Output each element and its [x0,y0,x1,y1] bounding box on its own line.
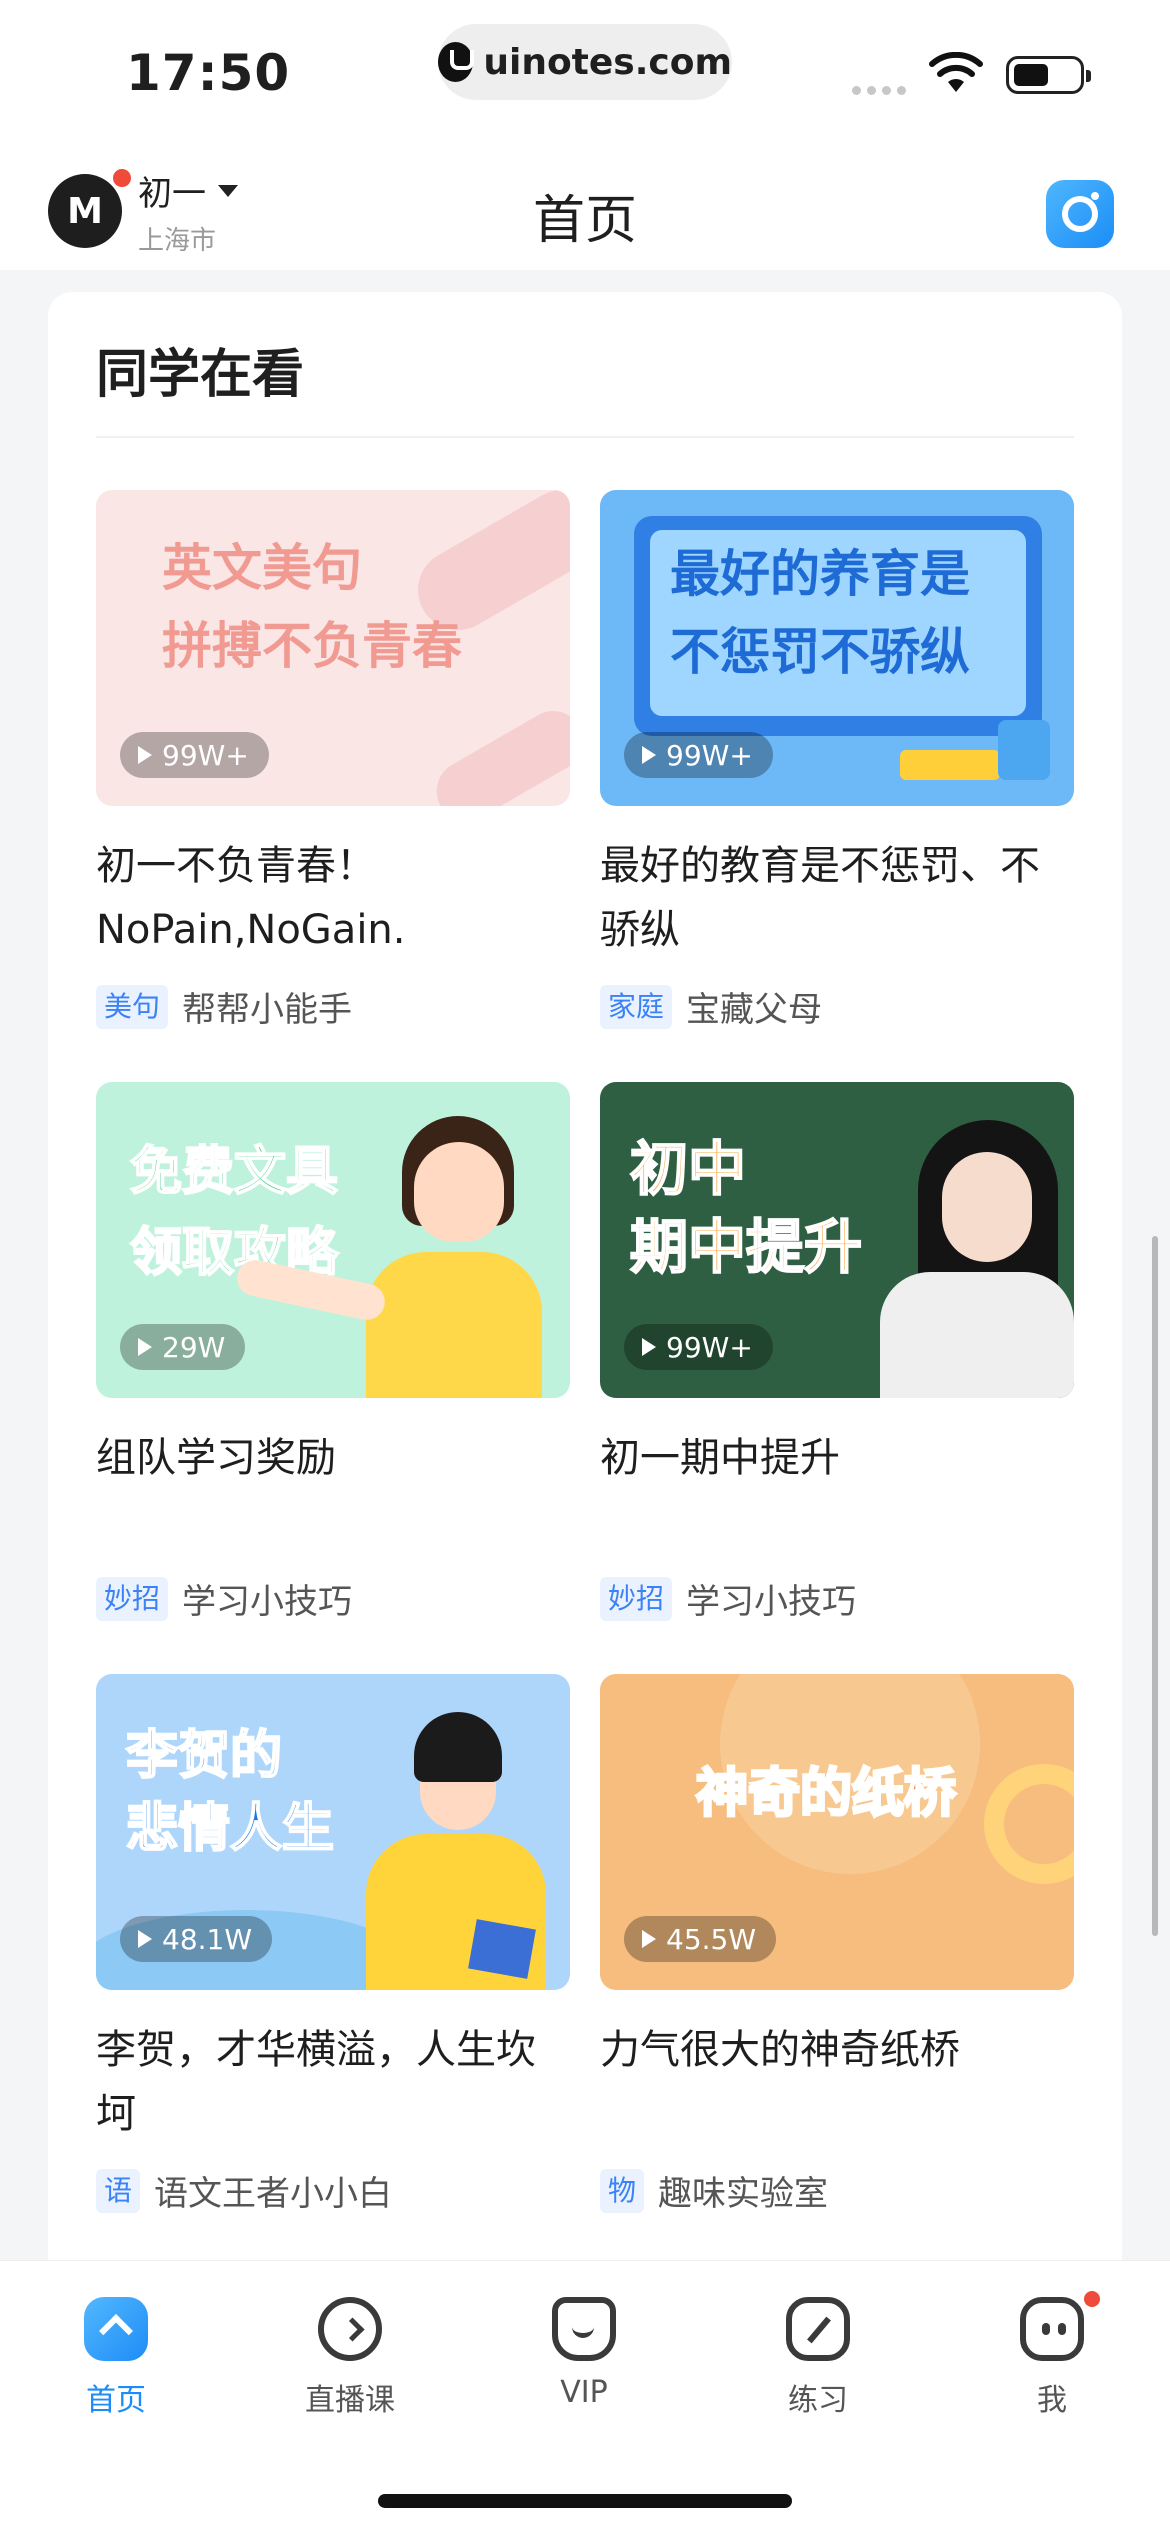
category-tag: 家庭 [600,984,673,1029]
video-thumbnail[interactable]: 最好的养育是 不惩罚不骄纵 99W+ [600,490,1074,806]
wifi-icon [929,52,983,92]
camera-icon[interactable] [1046,180,1114,248]
url-text: uinotes.com [483,41,732,83]
list-item[interactable]: 英文美句 拼搏不负青春 99W+ 初一不负青春！NoPain,NoGain. 美… [96,490,570,1031]
item-meta: 物 趣味实验室 [600,2166,1074,2215]
thumbnail-text: 免费文具 领取攻略 [129,1141,339,1284]
author-name[interactable]: 宝藏父母 [686,982,822,1031]
list-item[interactable]: 免费文具 领取攻略 29W 组队学习奖励 妙招 学习小技巧 [96,1082,570,1623]
tab-live[interactable]: 直播课 [270,2297,430,2419]
video-thumbnail[interactable]: 初中 期中提升 99W+ [600,1082,1074,1398]
tab-me[interactable]: 我 [972,2297,1132,2419]
tab-label: 练习 [788,2383,848,2418]
play-icon [138,1338,152,1356]
view-count-badge: 45.5W [624,1916,777,1962]
tab-home[interactable]: 首页 [36,2297,196,2419]
battery-icon [1006,56,1091,94]
status-time: 17:50 [126,44,291,102]
thumbnail-text: 英文美句 拼搏不负青春 [162,539,462,675]
item-title[interactable]: 力气很大的神奇纸桥 [600,2018,1074,2146]
play-icon [642,1338,656,1356]
view-count-badge: 99W+ [624,732,773,778]
category-tag: 妙招 [600,1576,673,1621]
section-title: 同学在看 [96,345,305,405]
play-icon [138,746,152,764]
category-tag: 妙招 [96,1576,169,1621]
author-name[interactable]: 趣味实验室 [658,2166,828,2215]
author-name[interactable]: 学习小技巧 [686,1574,856,1623]
vip-icon [552,2297,616,2361]
thumbnail-text: 最好的养育是 不惩罚不骄纵 [670,545,970,681]
practice-icon [786,2297,850,2361]
item-title[interactable]: 最好的教育是不惩罚、不骄纵 [600,834,1074,962]
list-item[interactable]: 李贺的 悲情人生 48.1W 李贺，才华横溢，人生坎坷 语 语文王者小小白 [96,1674,570,2215]
page-title: 首页 [532,191,637,251]
item-title[interactable]: 初一不负青春！NoPain,NoGain. [96,834,570,962]
cellular-signal-icon [852,86,906,95]
item-meta: 家庭 宝藏父母 [600,982,1074,1031]
view-count-badge: 48.1W [120,1916,273,1962]
author-name[interactable]: 语文王者小小白 [154,2166,392,2215]
item-meta: 妙招 学习小技巧 [600,1574,1074,1623]
list-item[interactable]: 初中 期中提升 99W+ 初一期中提升 妙招 学习小技巧 [600,1082,1074,1623]
scrollbar[interactable] [1152,1236,1158,1936]
list-item[interactable]: 神奇的纸桥 45.5W 力气很大的神奇纸桥 物 趣味实验室 [600,1674,1074,2215]
play-icon [642,1930,656,1948]
site-icon [438,42,475,82]
item-title[interactable]: 组队学习奖励 [96,1426,570,1554]
list-item[interactable]: 最好的养育是 不惩罚不骄纵 99W+ 最好的教育是不惩罚、不骄纵 家庭 宝藏父母 [600,490,1074,1031]
tab-label: 直播课 [305,2383,395,2418]
home-indicator[interactable] [378,2494,792,2508]
thumbnail-text: 神奇的纸桥 [694,1763,957,1826]
video-thumbnail[interactable]: 神奇的纸桥 45.5W [600,1674,1074,1990]
top-nav: M 初一 上海市 首页 [0,150,1170,270]
category-tag: 语 [96,2168,141,2213]
video-thumbnail[interactable]: 李贺的 悲情人生 48.1W [96,1674,570,1990]
item-meta: 妙招 学习小技巧 [96,1574,570,1623]
tab-label: 首页 [86,2383,146,2418]
category-tag: 美句 [96,984,169,1029]
author-name[interactable]: 学习小技巧 [182,1574,352,1623]
view-count-badge: 29W [120,1324,246,1370]
video-thumbnail[interactable]: 免费文具 领取攻略 29W [96,1082,570,1398]
video-thumbnail[interactable]: 英文美句 拼搏不负青春 99W+ [96,490,570,806]
status-bar: 17:50 uinotes.com [0,0,1170,150]
me-icon [1020,2297,1084,2361]
play-icon [642,746,656,764]
live-icon [318,2297,382,2361]
notification-dot [1084,2291,1100,2307]
divider [96,436,1074,438]
category-tag: 物 [600,2168,645,2213]
tab-practice[interactable]: 练习 [738,2297,898,2419]
item-meta: 语 语文王者小小白 [96,2166,570,2215]
author-name[interactable]: 帮帮小能手 [182,982,352,1031]
tab-label: VIP [560,2375,608,2410]
item-title[interactable]: 李贺，才华横溢，人生坎坷 [96,2018,570,2146]
tab-label: 我 [1037,2383,1067,2418]
item-title[interactable]: 初一期中提升 [600,1426,1074,1554]
url-pill[interactable]: uinotes.com [438,24,732,100]
home-icon [84,2297,148,2361]
play-icon [138,1930,152,1948]
view-count-badge: 99W+ [120,732,269,778]
view-count-badge: 99W+ [624,1324,773,1370]
thumbnail-text: 初中 期中提升 [629,1134,863,1282]
item-meta: 美句 帮帮小能手 [96,982,570,1031]
thumbnail-text: 李贺的 悲情人生 [125,1725,335,1860]
bottom-tab-bar: 首页 直播课 VIP 练习 我 [0,2260,1170,2533]
feed-card: 同学在看 英文美句 拼搏不负青春 99W+ 初一不负青春！NoPain,NoGa… [48,292,1122,2292]
tab-vip[interactable]: VIP [504,2297,664,2410]
